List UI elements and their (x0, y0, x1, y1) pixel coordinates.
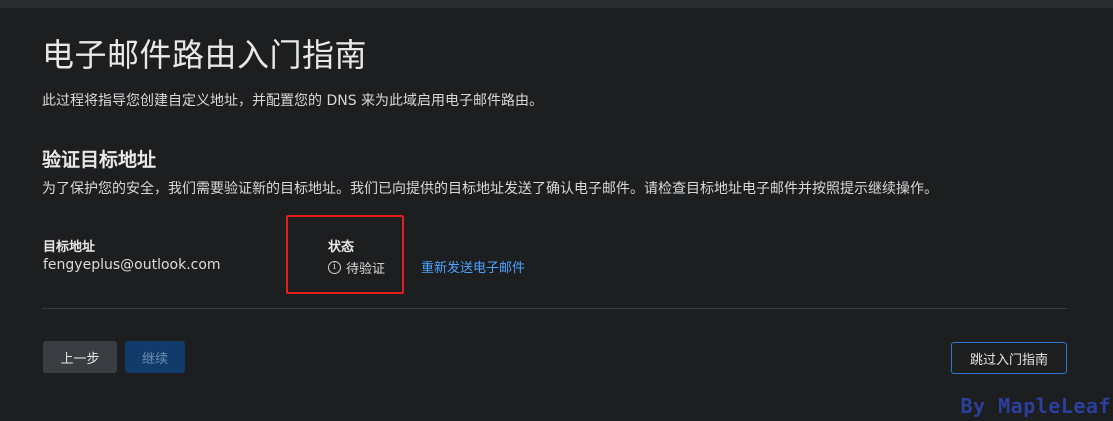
destination-address-value: fengyeplus@outlook.com (43, 257, 221, 273)
skip-onboarding-button[interactable]: 跳过入门指南 (951, 342, 1067, 374)
back-button[interactable]: 上一步 (43, 341, 117, 373)
divider (42, 308, 1067, 309)
status-highlight-box (286, 215, 404, 294)
section-title: 验证目标地址 (42, 149, 157, 171)
watermark: By MapleLeaf (960, 394, 1111, 418)
page-subtitle: 此过程将指导您创建自定义地址，并配置您的 DNS 来为此域启用电子邮件路由。 (42, 93, 544, 109)
top-bar (0, 0, 1113, 8)
destination-address-label: 目标地址 (43, 240, 96, 255)
continue-button[interactable]: 继续 (125, 341, 185, 373)
section-description: 为了保护您的安全，我们需要验证新的目标地址。我们已向提供的目标地址发送了确认电子… (42, 181, 938, 197)
page-title: 电子邮件路由入门指南 (42, 36, 368, 74)
resend-email-link[interactable]: 重新发送电子邮件 (421, 257, 525, 276)
